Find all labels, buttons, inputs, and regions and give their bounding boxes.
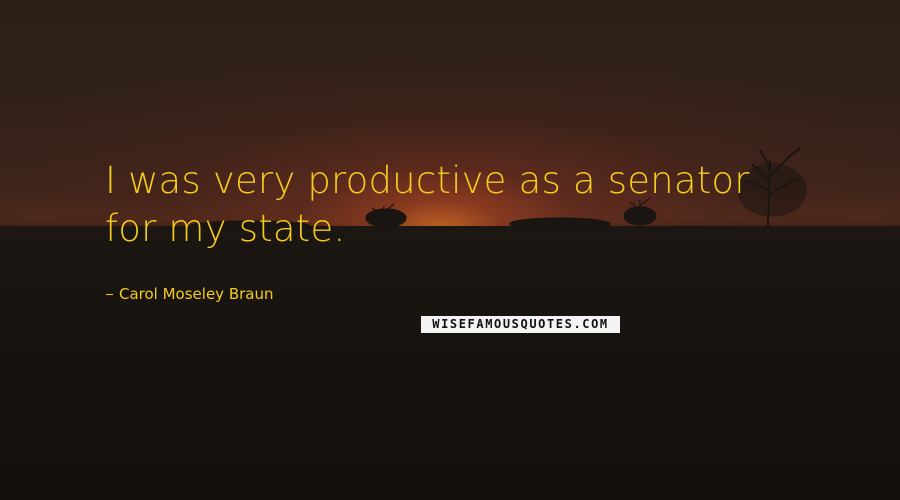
quote-line-2: for my state.: [105, 207, 346, 250]
watermark-logo: WISEFAMOUSQUOTES.COM: [421, 316, 620, 333]
quote-line-1: I was very productive as a senator: [105, 159, 750, 202]
author-dash: [106, 293, 113, 295]
author-attribution: Carol Moseley Braun: [106, 285, 273, 303]
author-name: Carol Moseley Braun: [119, 285, 274, 303]
background-horizon: [0, 226, 900, 500]
quote-text: I was very productive as a senator for m…: [105, 157, 825, 253]
quote-card: I was very productive as a senator for m…: [0, 0, 900, 500]
